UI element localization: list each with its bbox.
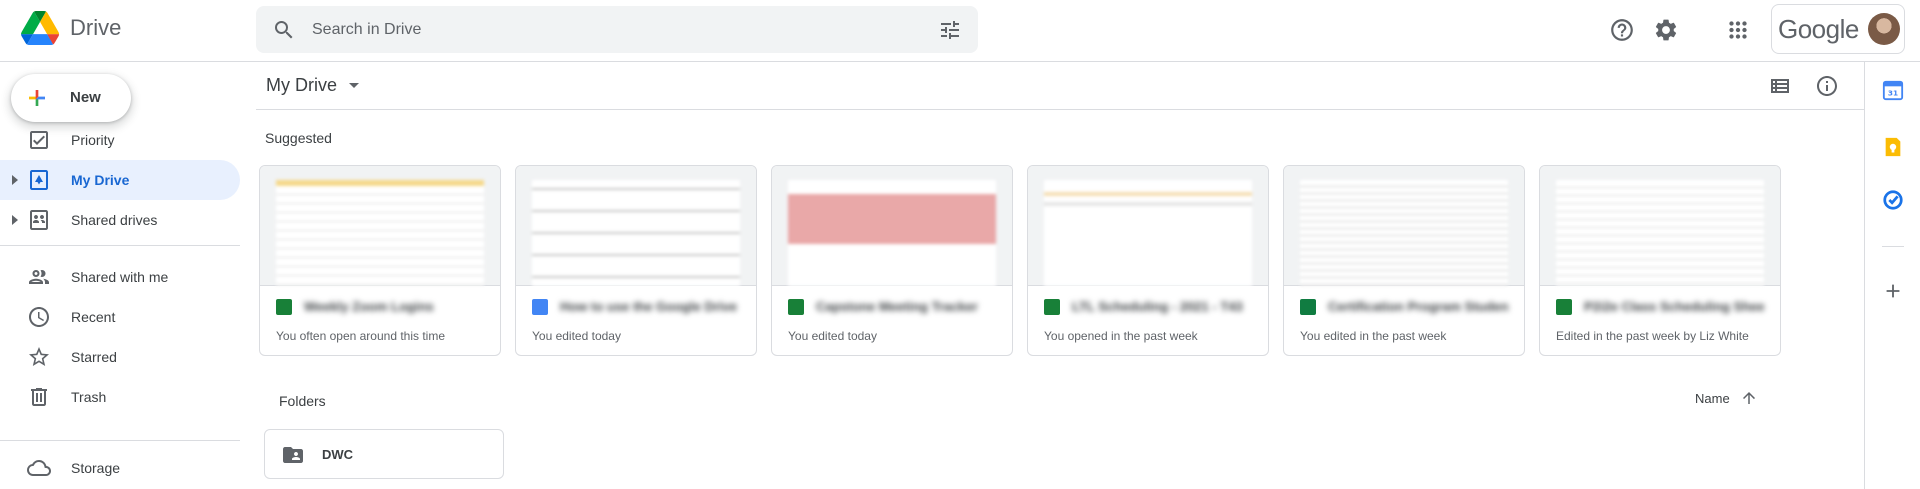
- side-panel-rail: 31: [1864, 62, 1920, 489]
- trash-icon: [31, 388, 47, 406]
- settings-gear-icon[interactable]: [1653, 17, 1679, 43]
- suggested-file-card[interactable]: How to use the Google Drive You edited t…: [515, 165, 757, 356]
- sheets-file-icon: [1044, 299, 1060, 315]
- drive-app: Drive Google New Priority: [0, 0, 1920, 489]
- suggested-file-card[interactable]: Capstone Meeting Tracker You edited toda…: [771, 165, 1013, 356]
- suggested-file-card[interactable]: Certification Program Student List You e…: [1283, 165, 1525, 356]
- sidebar-item-shared-with-me[interactable]: Shared with me: [0, 257, 240, 297]
- search-icon[interactable]: [272, 18, 296, 42]
- apps-grid-icon[interactable]: [1725, 17, 1751, 43]
- sidebar-item-recent[interactable]: Recent: [0, 297, 240, 337]
- expand-caret-icon[interactable]: [12, 175, 18, 185]
- sidebar-item-label: Trash: [71, 389, 107, 405]
- plus-icon: [29, 90, 45, 106]
- chevron-down-icon: [349, 83, 359, 88]
- avatar[interactable]: [1868, 13, 1900, 45]
- sidebar-item-trash[interactable]: Trash: [0, 377, 240, 417]
- shared-drives-icon: [30, 210, 48, 230]
- suggested-heading: Suggested: [265, 130, 332, 146]
- app-name: Drive: [70, 15, 122, 40]
- shared-folder-icon: [283, 447, 303, 463]
- drive-logo[interactable]: Drive: [20, 11, 121, 45]
- suggestion-reason: You opened in the past week: [1044, 329, 1198, 343]
- suggestion-reason: You edited in the past week: [1300, 329, 1447, 343]
- file-name: How to use the Google Drive: [560, 299, 737, 314]
- file-thumbnail: [260, 166, 500, 286]
- file-thumbnail: [1284, 166, 1524, 286]
- sidebar-item-label: Priority: [71, 132, 115, 148]
- calendar-icon[interactable]: 31: [1882, 79, 1904, 101]
- folder-name: DWC: [322, 447, 354, 462]
- help-icon[interactable]: [1609, 17, 1635, 43]
- sidebar-divider: [0, 245, 240, 246]
- file-name: P2i2e Class Scheduling Sheet: [1584, 299, 1764, 314]
- sidebar-item-label: Starred: [71, 349, 117, 365]
- folder-item[interactable]: DWC: [264, 429, 504, 479]
- top-bar: Drive Google: [0, 0, 1920, 62]
- excel-file-icon: [1300, 299, 1316, 315]
- account-switcher[interactable]: Google: [1771, 4, 1905, 54]
- list-view-icon[interactable]: [1768, 74, 1792, 98]
- main-content: My Drive Suggested Weekly Zoom Logins Yo…: [256, 62, 1864, 489]
- docs-file-icon: [532, 299, 548, 315]
- sidebar-item-my-drive[interactable]: My Drive: [0, 160, 240, 200]
- suggested-file-card[interactable]: P2i2e Class Scheduling Sheet Edited in t…: [1539, 165, 1781, 356]
- my-drive-icon: [30, 170, 48, 190]
- suggestion-reason: Edited in the past week by Liz White: [1556, 329, 1749, 343]
- add-addon-icon[interactable]: [1882, 280, 1904, 302]
- sort-control[interactable]: Name: [1695, 389, 1758, 407]
- rail-divider: [1882, 246, 1904, 247]
- tasks-icon[interactable]: [1882, 189, 1904, 211]
- sidebar-item-storage[interactable]: Storage: [0, 448, 240, 488]
- page-title-dropdown[interactable]: My Drive: [266, 75, 359, 96]
- google-brand: Google: [1778, 13, 1859, 44]
- sidebar-item-label: Recent: [71, 309, 116, 325]
- clock-icon: [29, 307, 49, 327]
- sheets-file-icon: [1556, 299, 1572, 315]
- new-button[interactable]: New: [11, 74, 131, 122]
- expand-caret-icon[interactable]: [12, 215, 18, 225]
- people-icon: [29, 270, 49, 284]
- file-name: Weekly Zoom Logins: [304, 299, 434, 314]
- search-input[interactable]: [312, 14, 892, 45]
- search-bar[interactable]: [256, 6, 978, 53]
- arrow-up-icon[interactable]: [1740, 389, 1758, 407]
- suggested-file-card[interactable]: Weekly Zoom Logins You often open around…: [259, 165, 501, 356]
- page-title: My Drive: [266, 75, 337, 95]
- file-thumbnail: [772, 166, 1012, 286]
- cloud-icon: [27, 460, 51, 476]
- sidebar-divider: [0, 440, 240, 441]
- folders-heading: Folders: [279, 393, 326, 409]
- keep-icon[interactable]: [1882, 136, 1904, 158]
- sidebar-item-label: My Drive: [71, 172, 130, 188]
- info-icon[interactable]: [1815, 74, 1839, 98]
- file-name: Certification Program Student List: [1328, 299, 1508, 314]
- drive-logo-icon: [21, 11, 60, 45]
- suggested-file-card[interactable]: LTL Scheduling - 2021 - T43 You opened i…: [1027, 165, 1269, 356]
- file-thumbnail: [516, 166, 756, 286]
- suggestion-reason: You edited today: [532, 329, 621, 343]
- sidebar-item-shared-drives[interactable]: Shared drives: [0, 200, 240, 240]
- suggestion-reason: You often open around this time: [276, 329, 446, 343]
- sidebar-item-label: Storage: [71, 460, 121, 476]
- priority-icon: [30, 131, 48, 149]
- sidebar-item-priority[interactable]: Priority: [0, 120, 240, 160]
- new-button-label: New: [70, 89, 101, 106]
- file-thumbnail: [1028, 166, 1268, 286]
- file-name: Capstone Meeting Tracker: [816, 299, 978, 314]
- sort-label: Name: [1695, 390, 1730, 406]
- main-header: My Drive: [256, 62, 1864, 110]
- file-name: LTL Scheduling - 2021 - T43: [1072, 299, 1243, 314]
- sheets-file-icon: [276, 299, 292, 315]
- suggestion-reason: You edited today: [788, 329, 877, 343]
- sidebar-item-label: Shared with me: [71, 269, 169, 285]
- sheets-file-icon: [788, 299, 804, 315]
- sidebar: New Priority My Drive Shared drives Shar…: [0, 62, 256, 489]
- star-icon: [29, 347, 49, 366]
- file-thumbnail: [1540, 166, 1780, 286]
- svg-text:31: 31: [1888, 89, 1898, 98]
- sidebar-item-label: Shared drives: [71, 212, 158, 228]
- search-options-icon[interactable]: [938, 18, 962, 42]
- sidebar-item-starred[interactable]: Starred: [0, 337, 240, 377]
